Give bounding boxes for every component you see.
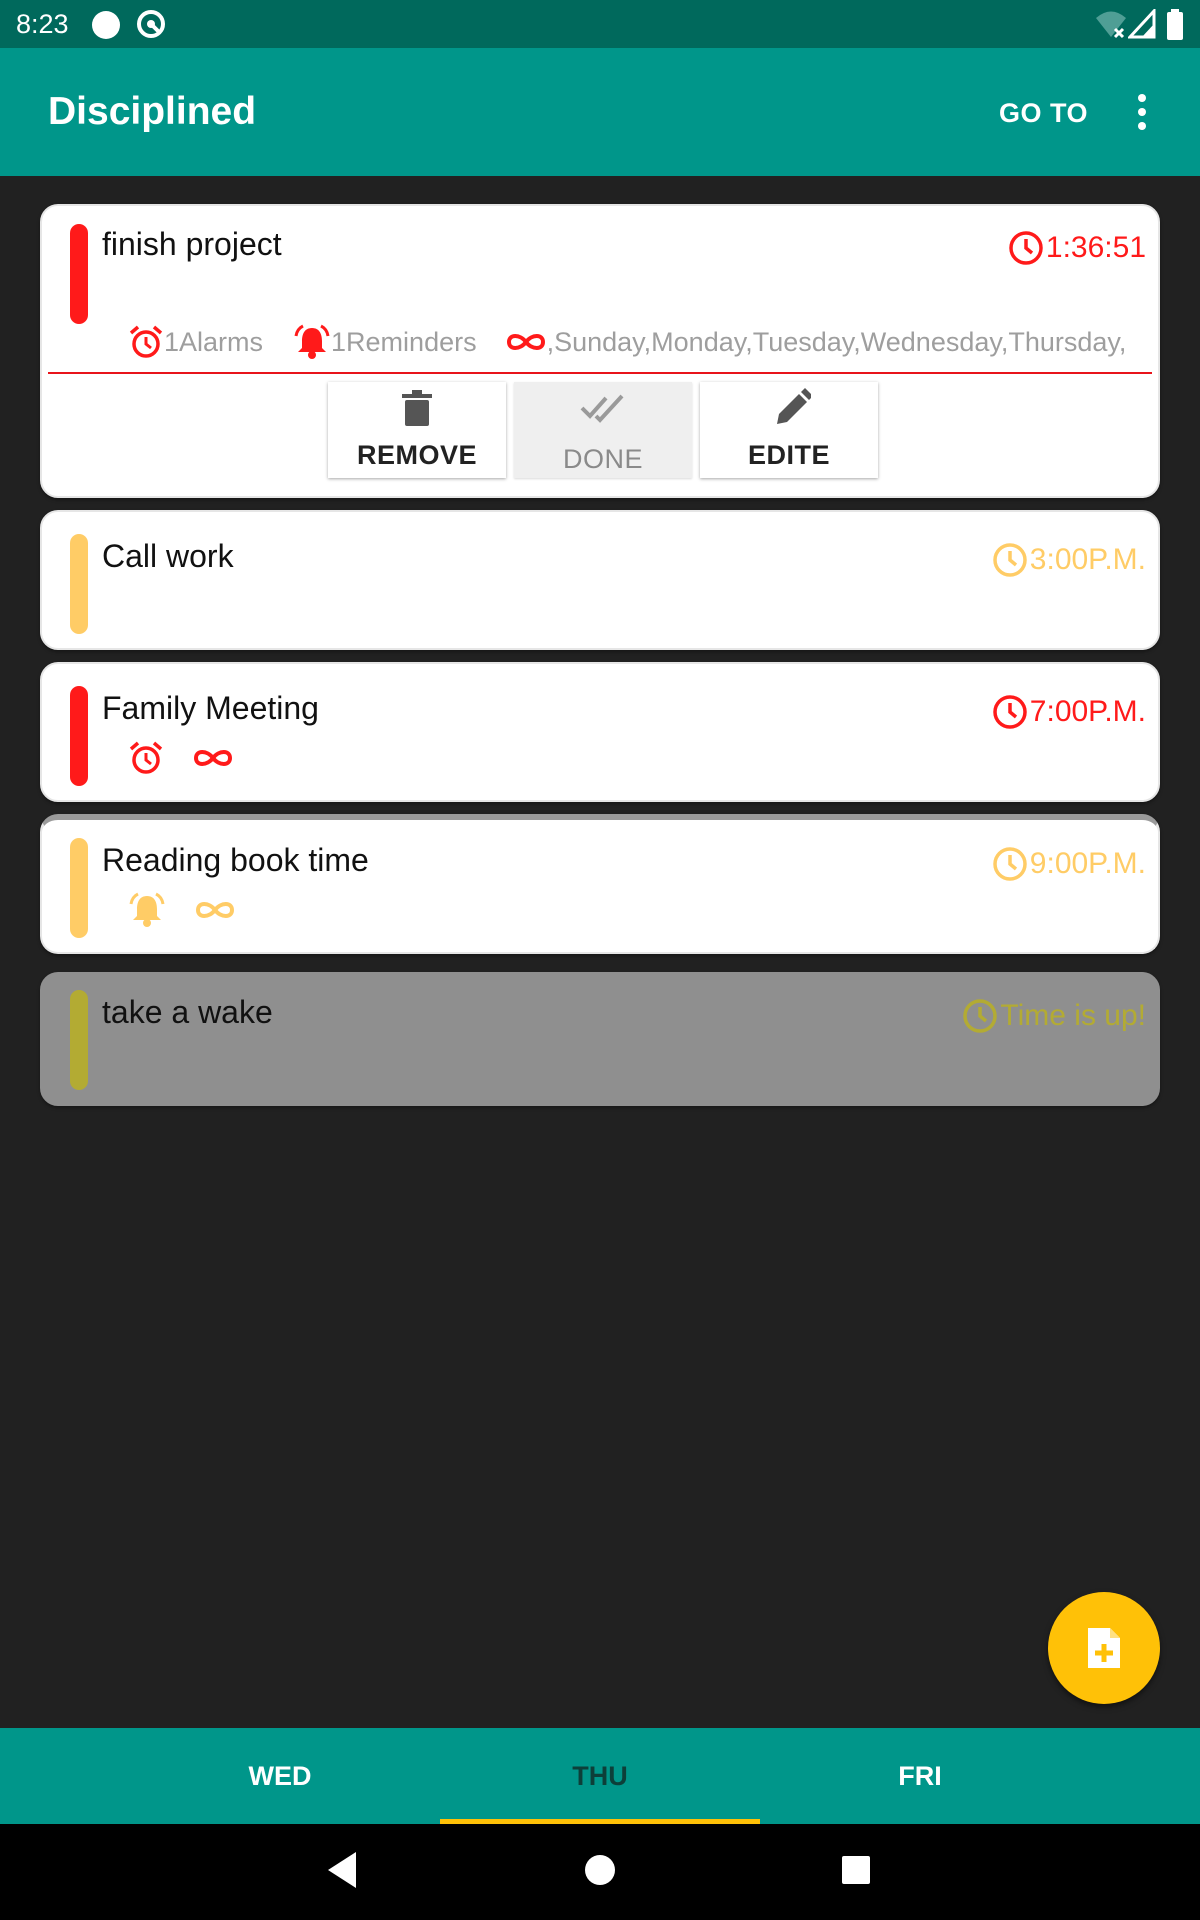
- task-title: Reading book time: [102, 842, 369, 878]
- task-time: 7:00P.M.: [992, 694, 1146, 730]
- bell-icon: [129, 892, 165, 927]
- repeat-icon: [506, 334, 545, 350]
- recents-icon[interactable]: [840, 1850, 872, 1890]
- bell-icon: [294, 324, 330, 359]
- card-divider: [48, 372, 1152, 374]
- task-time-label: 7:00P.M.: [1029, 695, 1146, 728]
- task-timer: 1:36:51: [1008, 230, 1146, 266]
- app-bar: Disciplined GO TO: [0, 48, 1200, 176]
- priority-indicator: [70, 838, 88, 938]
- priority-indicator: [70, 990, 88, 1090]
- edit-button[interactable]: EDITE: [700, 382, 878, 478]
- alarms-label: 1Alarms: [164, 326, 264, 357]
- clock-icon: [993, 543, 1027, 577]
- reminders-info: 1Reminders: [293, 324, 477, 360]
- done-label: DONE: [562, 444, 643, 474]
- home-icon[interactable]: [582, 1850, 618, 1890]
- task-time-label: 9:00P.M.: [1029, 847, 1146, 880]
- priority-indicator: [70, 224, 88, 324]
- reminders-label: 1Reminders: [331, 326, 477, 357]
- task-card[interactable]: Family Meeting 7:00P.M.: [40, 662, 1160, 802]
- task-time: 9:00P.M.: [992, 846, 1146, 882]
- task-icons: [128, 892, 236, 928]
- clock-icon: [993, 847, 1027, 881]
- add-task-button[interactable]: [1048, 1592, 1160, 1704]
- status-time: 8:23: [16, 9, 69, 39]
- task-time-label: Time is up!: [1000, 999, 1146, 1032]
- signal-icon: [1128, 9, 1156, 39]
- task-card[interactable]: Call work 3:00P.M.: [40, 510, 1160, 650]
- add-document-icon: [1088, 1628, 1120, 1668]
- clock-icon: [963, 999, 998, 1033]
- tab-thu[interactable]: THU: [440, 1728, 760, 1824]
- task-time-label: 3:00P.M.: [1029, 543, 1146, 576]
- repeat-icon: [193, 750, 233, 766]
- trash-icon: [402, 390, 432, 426]
- status-bar: 8:23: [0, 0, 1200, 48]
- task-title: finish project: [102, 226, 282, 262]
- repeat-info: ,Sunday,Monday,Tuesday,Wednesday,Thursda…: [505, 326, 1127, 358]
- task-icons: [128, 740, 234, 776]
- clock-icon: [993, 695, 1027, 729]
- priority-indicator: [70, 686, 88, 786]
- task-card-expanded[interactable]: finish project 1:36:51 1Alarms 1Reminder…: [40, 204, 1160, 498]
- task-title: Call work: [102, 538, 234, 574]
- edit-label: EDITE: [747, 440, 830, 470]
- priority-indicator: [70, 534, 88, 634]
- repeat-icon: [195, 902, 235, 918]
- tab-fri[interactable]: FRI: [760, 1728, 1080, 1824]
- pencil-icon: [777, 388, 811, 424]
- clock-icon: [1009, 231, 1043, 265]
- task-title: Family Meeting: [102, 690, 319, 726]
- more-options-icon[interactable]: [1122, 92, 1162, 132]
- battery-icon: [1167, 9, 1183, 40]
- remove-label: REMOVE: [356, 440, 478, 470]
- day-tabs: WED THU FRI: [0, 1728, 1200, 1824]
- task-time-label: 1:36:51: [1045, 231, 1146, 264]
- wifi-icon: [1096, 11, 1126, 39]
- alarm-icon: [129, 741, 163, 774]
- task-meta-row: 1Alarms 1Reminders ,Sunday,Monday,Tuesda…: [128, 324, 1126, 360]
- back-icon[interactable]: [326, 1850, 358, 1890]
- app-notification-icon: [137, 10, 165, 38]
- task-time: Time is up!: [962, 998, 1146, 1034]
- alarm-icon: [129, 325, 163, 358]
- system-nav-bar: [0, 1824, 1200, 1920]
- done-button[interactable]: DONE: [514, 382, 692, 478]
- tab-thu-label: THU: [572, 1761, 628, 1791]
- repeat-days-label: ,Sunday,Monday,Tuesday,Wednesday,Thursda…: [546, 326, 1127, 357]
- notification-dot-icon: [92, 11, 120, 39]
- double-check-icon: [580, 394, 624, 423]
- tab-wed[interactable]: WED: [120, 1728, 440, 1824]
- remove-button[interactable]: REMOVE: [328, 382, 506, 478]
- task-time: 3:00P.M.: [992, 542, 1146, 578]
- task-title: take a wake: [102, 994, 273, 1030]
- task-card-expired[interactable]: take a wake Time is up!: [40, 972, 1160, 1106]
- task-card[interactable]: Reading book time 9:00P.M.: [40, 814, 1160, 954]
- alarms-info: 1Alarms: [128, 324, 263, 360]
- app-title: Disciplined: [48, 90, 257, 133]
- goto-button[interactable]: GO TO: [999, 98, 1088, 129]
